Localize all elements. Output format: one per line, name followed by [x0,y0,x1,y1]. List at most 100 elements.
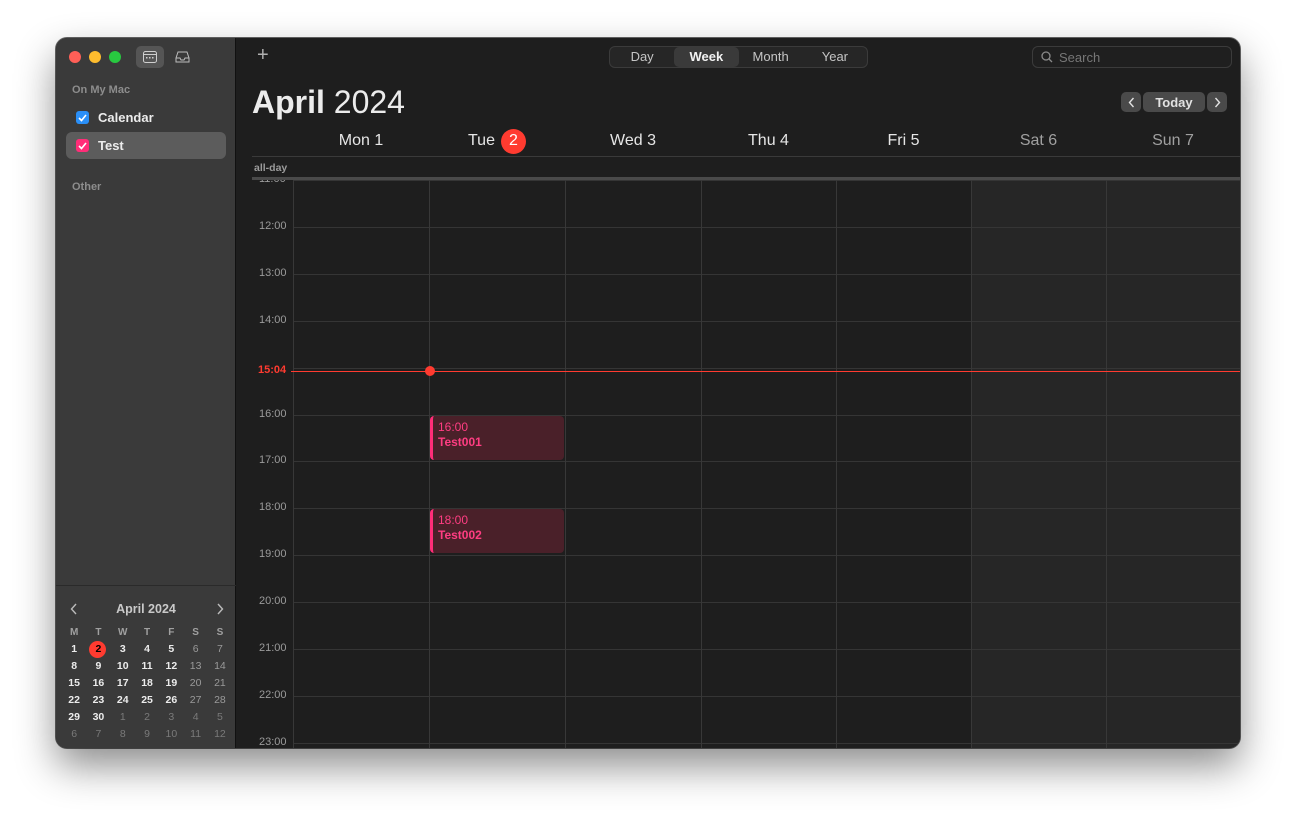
calendar-item-label: Calendar [98,110,154,125]
mini-day[interactable]: 7 [208,641,232,658]
day-column[interactable] [1106,180,1240,748]
hour-label: 16:00 [259,407,287,420]
mini-day[interactable]: 11 [135,658,159,675]
mini-day[interactable]: 11 [183,726,207,743]
tab-year[interactable]: Year [803,47,867,67]
mini-day[interactable]: 5 [159,641,183,658]
next-week-button[interactable] [1207,92,1227,112]
mini-day[interactable]: 1 [111,709,135,726]
calendar-list-toggle-button[interactable] [136,46,164,68]
day-column[interactable] [565,180,701,748]
mini-day[interactable]: 9 [86,658,110,675]
calendar-window: On My Mac Calendar Test Other April 2024… [56,38,1240,748]
mini-day[interactable]: 6 [183,641,207,658]
mini-day[interactable]: 8 [111,726,135,743]
mini-day[interactable]: 5 [208,709,232,726]
mini-day[interactable]: 20 [183,675,207,692]
mini-day[interactable]: 23 [86,692,110,709]
previous-week-button[interactable] [1121,92,1141,112]
mini-day[interactable]: 27 [183,692,207,709]
mini-day[interactable]: 22 [62,692,86,709]
hour-label: 22:00 [259,688,287,701]
mini-day[interactable]: 30 [86,709,110,726]
close-window-button[interactable] [69,51,81,63]
hour-label: 13:00 [259,266,287,279]
day-headers: Mon 1 Tue 2 Wed 3 Thu 4 Fri 5 Sat 6 Sun 7 [237,126,1240,156]
mini-weekday-header: T [143,627,151,638]
sidebar: On My Mac Calendar Test Other April 2024… [56,38,236,748]
mini-day[interactable]: 15 [62,675,86,692]
mini-day[interactable]: 25 [135,692,159,709]
mini-day[interactable]: 28 [208,692,232,709]
mini-day[interactable]: 2 [135,709,159,726]
mini-day[interactable]: 17 [111,675,135,692]
minimize-window-button[interactable] [89,51,101,63]
mini-day[interactable]: 9 [135,726,159,743]
tab-day[interactable]: Day [610,47,674,67]
all-day-row[interactable]: all-day [252,156,1240,180]
today-date-badge: 2 [500,128,526,154]
mini-day[interactable]: 18 [135,675,159,692]
calendar-item-label: Test [98,138,124,153]
toolbar: + Day Week Month Year [237,38,1240,76]
search-icon [1041,51,1053,63]
calendar-event[interactable]: 18:00 Test002 [430,509,564,554]
mini-day[interactable]: 4 [183,709,207,726]
mini-day[interactable]: 10 [159,726,183,743]
search-input[interactable] [1059,49,1219,65]
mini-day[interactable]: 13 [183,658,207,675]
day-header[interactable]: Fri 5 [836,126,971,156]
main-area: + Day Week Month Year April 2024 Today M… [237,38,1240,748]
page-title: April 2024 [252,84,405,121]
checkbox-test[interactable] [76,139,89,152]
day-header[interactable]: Sun 7 [1106,126,1240,156]
mini-day[interactable]: 6 [62,726,86,743]
day-column[interactable] [293,180,429,748]
mini-day[interactable]: 24 [111,692,135,709]
mini-day[interactable]: 26 [159,692,183,709]
mini-day[interactable]: 3 [159,709,183,726]
calendar-item-test[interactable]: Test [66,132,226,159]
day-header[interactable]: Mon 1 [293,126,429,156]
today-button[interactable]: Today [1143,92,1205,112]
mini-day[interactable]: 4 [135,641,159,658]
day-header[interactable]: Thu 4 [701,126,836,156]
hour-label: 11:00 [259,180,291,185]
mini-day[interactable]: 14 [208,658,232,675]
mini-day[interactable]: 3 [111,641,135,658]
calendar-event[interactable]: 16:00 Test001 [430,415,564,460]
day-column[interactable] [836,180,971,748]
hour-label: 23:00 [259,735,287,748]
mini-day[interactable]: 8 [62,658,86,675]
day-header[interactable]: Wed 3 [565,126,701,156]
inbox-button[interactable] [168,46,196,68]
add-event-button[interactable]: + [257,44,269,67]
mini-day[interactable]: 7 [86,726,110,743]
search-field[interactable] [1032,46,1232,68]
tab-week[interactable]: Week [674,47,739,67]
calendar-item-calendar[interactable]: Calendar [66,104,226,131]
day-header[interactable]: Sat 6 [971,126,1106,156]
checkbox-calendar[interactable] [76,111,89,124]
day-column[interactable] [971,180,1106,748]
day-column[interactable] [701,180,836,748]
maximize-window-button[interactable] [109,51,121,63]
mini-day[interactable]: 2 [86,641,110,658]
title-year: 2024 [333,84,405,120]
mini-next-month-button[interactable] [216,602,224,618]
mini-day[interactable]: 1 [62,641,86,658]
day-column[interactable] [429,180,565,748]
section-on-my-mac: On My Mac [72,84,131,96]
mini-calendar: April 2024 M T W T F S S 1 2 3 4 5 6 7 8 9 10 11 12 13 14 15 1… [56,585,236,748]
mini-day[interactable]: 10 [111,658,135,675]
week-grid[interactable]: 11:00 12:00 13:00 14:00 16:00 17:00 18:00 19:00… [237,180,1240,748]
title-month: April [252,84,325,120]
mini-day[interactable]: 19 [159,675,183,692]
mini-day[interactable]: 29 [62,709,86,726]
tab-month[interactable]: Month [739,47,803,67]
day-header[interactable]: Tue 2 [429,126,565,156]
mini-day[interactable]: 16 [86,675,110,692]
mini-day[interactable]: 12 [159,658,183,675]
mini-day[interactable]: 21 [208,675,232,692]
mini-day[interactable]: 12 [208,726,232,743]
